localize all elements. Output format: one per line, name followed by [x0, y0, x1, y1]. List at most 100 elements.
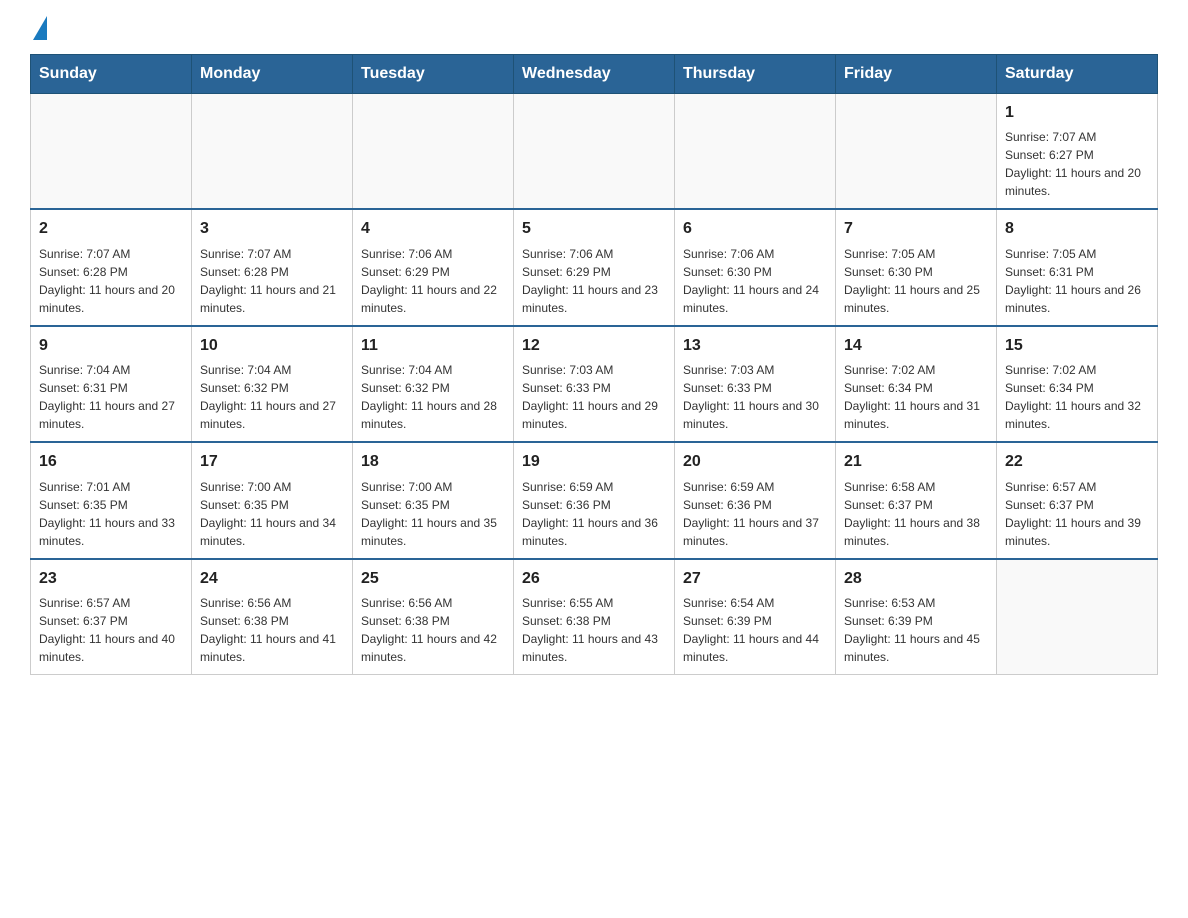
calendar-cell: 6 Sunrise: 7:06 AMSunset: 6:30 PMDaylight… — [675, 209, 836, 325]
calendar-week-row: 16 Sunrise: 7:01 AMSunset: 6:35 PMDayligh… — [31, 442, 1158, 558]
day-number: 13 — [683, 335, 827, 357]
day-info: Sunrise: 6:54 AMSunset: 6:39 PMDaylight:… — [683, 594, 827, 666]
calendar-cell: 19 Sunrise: 6:59 AMSunset: 6:36 PMDayligh… — [514, 442, 675, 558]
calendar-table: SundayMondayTuesdayWednesdayThursdayFrid… — [30, 54, 1158, 675]
day-number: 5 — [522, 218, 666, 240]
day-number: 27 — [683, 568, 827, 590]
logo-triangle-icon — [33, 16, 47, 40]
header-tuesday: Tuesday — [353, 55, 514, 94]
calendar-cell: 11 Sunrise: 7:04 AMSunset: 6:32 PMDayligh… — [353, 326, 514, 442]
calendar-cell: 26 Sunrise: 6:55 AMSunset: 6:38 PMDayligh… — [514, 559, 675, 675]
day-number: 6 — [683, 218, 827, 240]
calendar-cell: 23 Sunrise: 6:57 AMSunset: 6:37 PMDayligh… — [31, 559, 192, 675]
day-number: 18 — [361, 451, 505, 473]
calendar-cell — [353, 94, 514, 210]
day-info: Sunrise: 6:59 AMSunset: 6:36 PMDaylight:… — [522, 478, 666, 550]
day-number: 24 — [200, 568, 344, 590]
day-number: 19 — [522, 451, 666, 473]
day-number: 17 — [200, 451, 344, 473]
calendar-cell: 24 Sunrise: 6:56 AMSunset: 6:38 PMDayligh… — [192, 559, 353, 675]
page-header — [30, 20, 1158, 36]
day-info: Sunrise: 7:05 AMSunset: 6:31 PMDaylight:… — [1005, 245, 1149, 317]
calendar-cell: 21Sunrise: 6:58 AMSunset: 6:37 PMDayligh… — [836, 442, 997, 558]
day-info: Sunrise: 7:01 AMSunset: 6:35 PMDaylight:… — [39, 478, 183, 550]
calendar-week-row: 23 Sunrise: 6:57 AMSunset: 6:37 PMDayligh… — [31, 559, 1158, 675]
day-info: Sunrise: 7:02 AMSunset: 6:34 PMDaylight:… — [844, 361, 988, 433]
day-number: 16 — [39, 451, 183, 473]
calendar-cell: 12Sunrise: 7:03 AMSunset: 6:33 PMDayligh… — [514, 326, 675, 442]
calendar-cell: 4 Sunrise: 7:06 AMSunset: 6:29 PMDaylight… — [353, 209, 514, 325]
day-number: 15 — [1005, 335, 1149, 357]
day-number: 1 — [1005, 102, 1149, 124]
calendar-cell: 2 Sunrise: 7:07 AMSunset: 6:28 PMDaylight… — [31, 209, 192, 325]
day-number: 4 — [361, 218, 505, 240]
calendar-cell: 28 Sunrise: 6:53 AMSunset: 6:39 PMDayligh… — [836, 559, 997, 675]
day-info: Sunrise: 6:57 AMSunset: 6:37 PMDaylight:… — [1005, 478, 1149, 550]
header-thursday: Thursday — [675, 55, 836, 94]
calendar-cell: 10 Sunrise: 7:04 AMSunset: 6:32 PMDayligh… — [192, 326, 353, 442]
day-info: Sunrise: 7:02 AMSunset: 6:34 PMDaylight:… — [1005, 361, 1149, 433]
day-info: Sunrise: 6:59 AMSunset: 6:36 PMDaylight:… — [683, 478, 827, 550]
day-info: Sunrise: 6:53 AMSunset: 6:39 PMDaylight:… — [844, 594, 988, 666]
calendar-cell: 17 Sunrise: 7:00 AMSunset: 6:35 PMDayligh… — [192, 442, 353, 558]
day-info: Sunrise: 6:55 AMSunset: 6:38 PMDaylight:… — [522, 594, 666, 666]
calendar-week-row: 2 Sunrise: 7:07 AMSunset: 6:28 PMDaylight… — [31, 209, 1158, 325]
day-number: 11 — [361, 335, 505, 357]
header-saturday: Saturday — [997, 55, 1158, 94]
calendar-week-row: 1 Sunrise: 7:07 AMSunset: 6:27 PMDaylight… — [31, 94, 1158, 210]
day-number: 3 — [200, 218, 344, 240]
day-info: Sunrise: 7:04 AMSunset: 6:32 PMDaylight:… — [200, 361, 344, 433]
day-number: 7 — [844, 218, 988, 240]
day-number: 10 — [200, 335, 344, 357]
calendar-cell: 25Sunrise: 6:56 AMSunset: 6:38 PMDayligh… — [353, 559, 514, 675]
day-number: 14 — [844, 335, 988, 357]
calendar-cell: 22 Sunrise: 6:57 AMSunset: 6:37 PMDayligh… — [997, 442, 1158, 558]
calendar-cell: 13 Sunrise: 7:03 AMSunset: 6:33 PMDayligh… — [675, 326, 836, 442]
day-number: 26 — [522, 568, 666, 590]
day-info: Sunrise: 7:04 AMSunset: 6:31 PMDaylight:… — [39, 361, 183, 433]
day-number: 20 — [683, 451, 827, 473]
day-info: Sunrise: 7:04 AMSunset: 6:32 PMDaylight:… — [361, 361, 505, 433]
logo — [30, 20, 47, 36]
day-info: Sunrise: 7:05 AMSunset: 6:30 PMDaylight:… — [844, 245, 988, 317]
day-info: Sunrise: 7:06 AMSunset: 6:29 PMDaylight:… — [361, 245, 505, 317]
day-info: Sunrise: 6:56 AMSunset: 6:38 PMDaylight:… — [200, 594, 344, 666]
calendar-cell: 9 Sunrise: 7:04 AMSunset: 6:31 PMDaylight… — [31, 326, 192, 442]
calendar-cell — [514, 94, 675, 210]
day-number: 23 — [39, 568, 183, 590]
day-number: 2 — [39, 218, 183, 240]
calendar-cell: 3 Sunrise: 7:07 AMSunset: 6:28 PMDaylight… — [192, 209, 353, 325]
day-info: Sunrise: 6:57 AMSunset: 6:37 PMDaylight:… — [39, 594, 183, 666]
calendar-cell: 1 Sunrise: 7:07 AMSunset: 6:27 PMDaylight… — [997, 94, 1158, 210]
day-info: Sunrise: 7:03 AMSunset: 6:33 PMDaylight:… — [683, 361, 827, 433]
calendar-week-row: 9 Sunrise: 7:04 AMSunset: 6:31 PMDaylight… — [31, 326, 1158, 442]
day-number: 9 — [39, 335, 183, 357]
day-info: Sunrise: 7:00 AMSunset: 6:35 PMDaylight:… — [361, 478, 505, 550]
calendar-cell: 7 Sunrise: 7:05 AMSunset: 6:30 PMDaylight… — [836, 209, 997, 325]
day-number: 21 — [844, 451, 988, 473]
calendar-cell — [192, 94, 353, 210]
day-info: Sunrise: 7:06 AMSunset: 6:30 PMDaylight:… — [683, 245, 827, 317]
day-info: Sunrise: 7:07 AMSunset: 6:27 PMDaylight:… — [1005, 128, 1149, 200]
day-info: Sunrise: 7:06 AMSunset: 6:29 PMDaylight:… — [522, 245, 666, 317]
day-number: 22 — [1005, 451, 1149, 473]
day-number: 8 — [1005, 218, 1149, 240]
day-info: Sunrise: 7:00 AMSunset: 6:35 PMDaylight:… — [200, 478, 344, 550]
calendar-cell: 16 Sunrise: 7:01 AMSunset: 6:35 PMDayligh… — [31, 442, 192, 558]
day-number: 12 — [522, 335, 666, 357]
calendar-cell: 5 Sunrise: 7:06 AMSunset: 6:29 PMDaylight… — [514, 209, 675, 325]
day-number: 25 — [361, 568, 505, 590]
header-monday: Monday — [192, 55, 353, 94]
calendar-cell: 8 Sunrise: 7:05 AMSunset: 6:31 PMDaylight… — [997, 209, 1158, 325]
calendar-cell — [675, 94, 836, 210]
calendar-cell: 27 Sunrise: 6:54 AMSunset: 6:39 PMDayligh… — [675, 559, 836, 675]
day-info: Sunrise: 7:07 AMSunset: 6:28 PMDaylight:… — [39, 245, 183, 317]
header-friday: Friday — [836, 55, 997, 94]
calendar-header-row: SundayMondayTuesdayWednesdayThursdayFrid… — [31, 55, 1158, 94]
calendar-cell: 18 Sunrise: 7:00 AMSunset: 6:35 PMDayligh… — [353, 442, 514, 558]
calendar-cell — [997, 559, 1158, 675]
day-info: Sunrise: 7:07 AMSunset: 6:28 PMDaylight:… — [200, 245, 344, 317]
day-number: 28 — [844, 568, 988, 590]
calendar-cell — [31, 94, 192, 210]
header-sunday: Sunday — [31, 55, 192, 94]
